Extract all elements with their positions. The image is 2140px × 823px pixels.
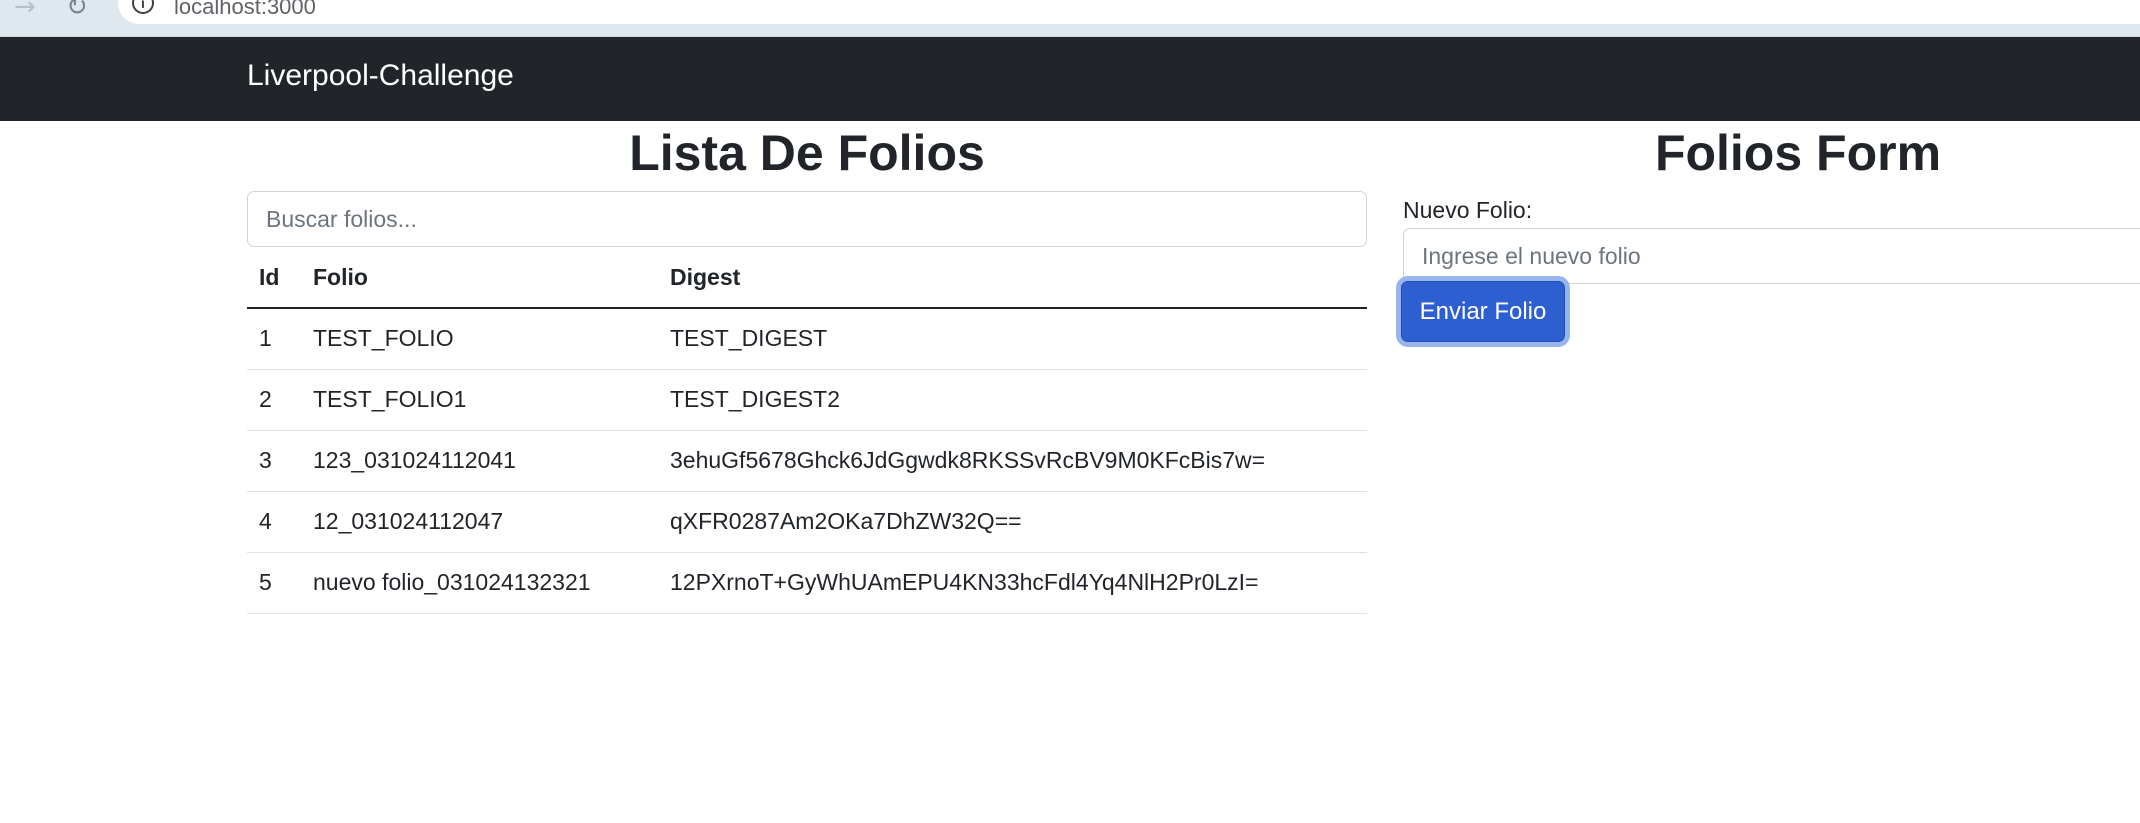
table-row: 2 TEST_FOLIO1 TEST_DIGEST2 xyxy=(247,369,1367,431)
browser-toolbar: → ↻ i localhost:3000 xyxy=(0,0,2140,37)
cell-folio: 123_031024112041 xyxy=(301,430,658,492)
reload-icon[interactable]: ↻ xyxy=(66,0,88,22)
cell-folio: TEST_FOLIO xyxy=(301,308,658,370)
folios-table-container: Id Folio Digest 1 TEST_FOLIO TEST_DIGEST… xyxy=(247,247,1367,614)
cell-digest: qXFR0287Am2OKa7DhZW32Q== xyxy=(658,491,1367,553)
cell-id: 3 xyxy=(247,430,301,492)
cell-folio: TEST_FOLIO1 xyxy=(301,369,658,431)
new-folio-label: Nuevo Folio: xyxy=(1403,197,1533,223)
folios-table: Id Folio Digest 1 TEST_FOLIO TEST_DIGEST… xyxy=(247,247,1367,614)
navbar-brand[interactable]: Liverpool-Challenge xyxy=(247,59,514,93)
address-bar[interactable]: i localhost:3000 xyxy=(118,0,2140,24)
form-title: Folios Form xyxy=(1654,125,1942,181)
table-row: 1 TEST_FOLIO TEST_DIGEST xyxy=(247,308,1367,370)
cell-digest: TEST_DIGEST2 xyxy=(658,369,1367,431)
cell-digest: 3ehuGf5678Ghck6JdGgwdk8RKSSvRcBV9M0KFcBi… xyxy=(658,430,1367,492)
table-row: 3 123_031024112041 3ehuGf5678Ghck6JdGgwd… xyxy=(247,430,1367,492)
search-input[interactable] xyxy=(247,191,1367,247)
cell-id: 4 xyxy=(247,491,301,553)
cell-digest: TEST_DIGEST xyxy=(658,308,1367,370)
new-folio-input[interactable] xyxy=(1403,228,2140,284)
column-header-id: Id xyxy=(247,247,301,309)
cell-id: 1 xyxy=(247,308,301,370)
info-icon[interactable]: i xyxy=(132,0,154,14)
navbar: Liverpool-Challenge xyxy=(0,37,2140,121)
arrow-right-icon[interactable]: → xyxy=(14,0,36,22)
url-text[interactable]: localhost:3000 xyxy=(174,0,316,20)
cell-folio: nuevo folio_031024132321 xyxy=(301,552,658,614)
table-header-row: Id Folio Digest xyxy=(247,247,1367,309)
column-header-folio: Folio xyxy=(301,247,658,309)
cell-folio: 12_031024112047 xyxy=(301,491,658,553)
column-header-digest: Digest xyxy=(658,247,1367,309)
table-row: 4 12_031024112047 qXFR0287Am2OKa7DhZW32Q… xyxy=(247,491,1367,553)
table-row: 5 nuevo folio_031024132321 12PXrnoT+GyWh… xyxy=(247,552,1367,614)
cell-id: 2 xyxy=(247,369,301,431)
cell-digest: 12PXrnoT+GyWhUAmEPU4KN33hcFdl4Yq4NlH2Pr0… xyxy=(658,552,1367,614)
submit-folio-button[interactable]: Enviar Folio xyxy=(1401,281,1565,342)
cell-id: 5 xyxy=(247,552,301,614)
list-title: Lista De Folios xyxy=(629,125,985,181)
